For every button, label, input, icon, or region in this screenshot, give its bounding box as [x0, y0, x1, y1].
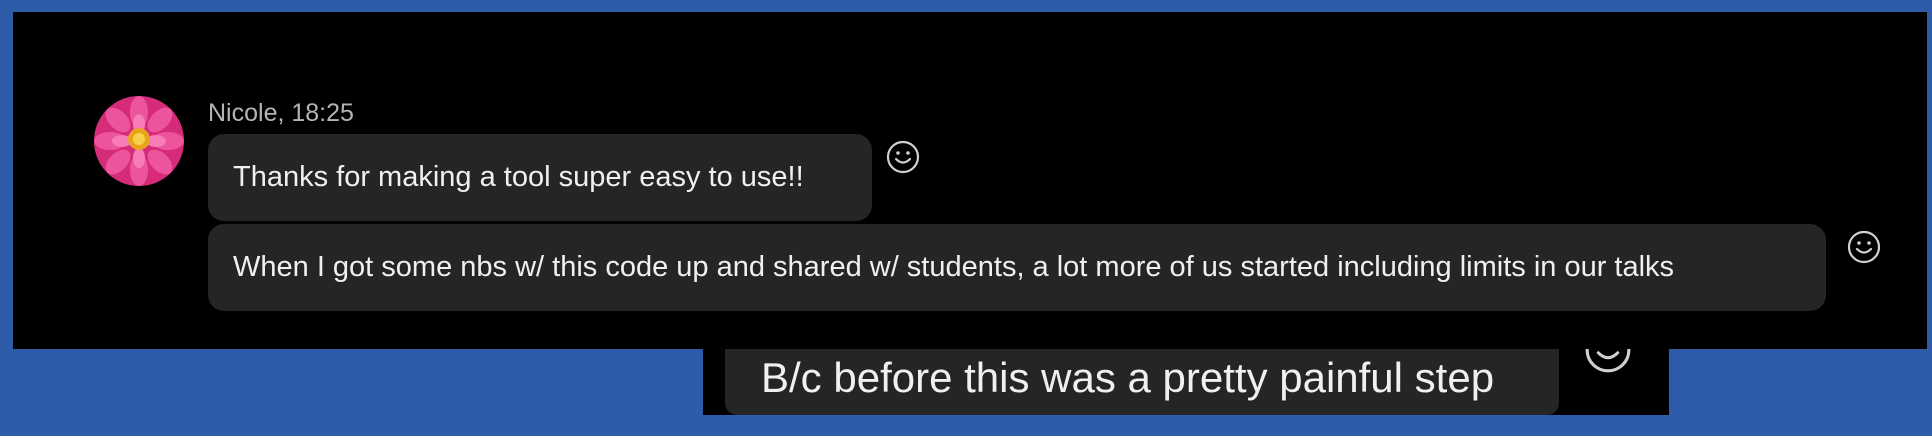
message-bubble[interactable]: When I got some nbs w/ this code up and … — [208, 224, 1826, 311]
zoomed-message-strip: B/c before this was a pretty painful ste… — [703, 349, 1669, 415]
avatar-flower-image — [94, 96, 184, 186]
smiley-face-icon[interactable] — [1583, 349, 1633, 375]
smiley-face-icon[interactable] — [885, 139, 921, 175]
message-bubble[interactable]: Thanks for making a tool super easy to u… — [208, 134, 872, 221]
sender-name-time: Nicole, 18:25 — [208, 99, 354, 127]
zoomed-message-bubble[interactable]: B/c before this was a pretty painful ste… — [725, 349, 1559, 415]
chat-panel: Nicole, 18:25 Thanks for making a tool s… — [13, 12, 1927, 349]
avatar[interactable] — [94, 96, 184, 186]
smiley-face-icon[interactable] — [1846, 229, 1882, 265]
